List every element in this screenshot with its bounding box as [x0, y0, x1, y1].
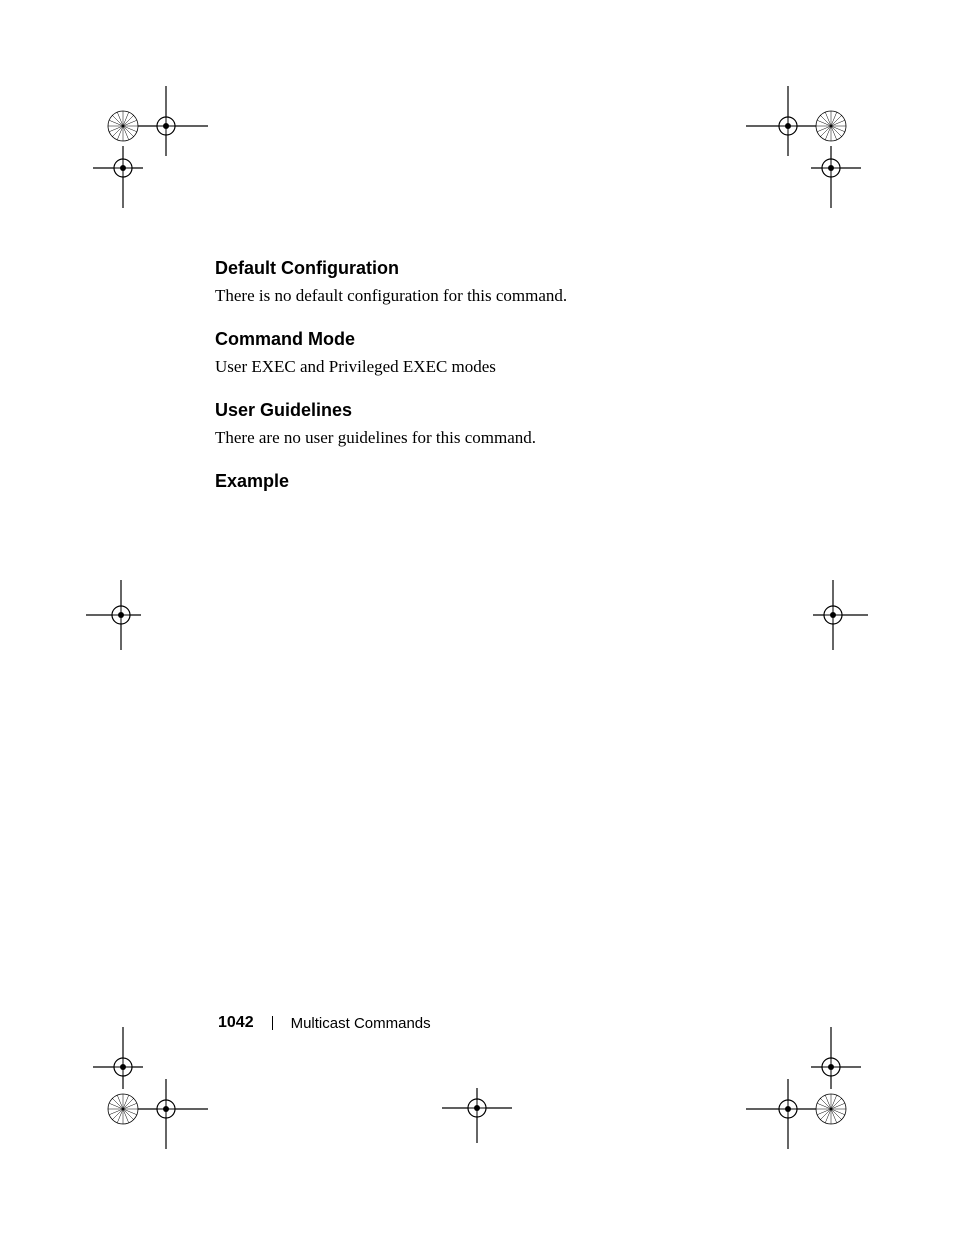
- heading-command-mode: Command Mode: [215, 329, 775, 350]
- crop-mark-top-right: [746, 86, 876, 216]
- section-user-guidelines: User Guidelines There are no user guidel…: [215, 400, 775, 449]
- body-default-configuration: There is no default configuration for th…: [215, 285, 775, 307]
- heading-user-guidelines: User Guidelines: [215, 400, 775, 421]
- page-number: 1042: [218, 1014, 254, 1032]
- page-content: Default Configuration There is no defaul…: [215, 258, 775, 514]
- body-command-mode: User EXEC and Privileged EXEC modes: [215, 356, 775, 378]
- heading-example: Example: [215, 471, 775, 492]
- crop-mark-mid-right: [798, 580, 868, 650]
- section-example: Example: [215, 471, 775, 492]
- footer-separator: [272, 1016, 273, 1030]
- crop-mark-top-left: [78, 86, 208, 216]
- section-default-configuration: Default Configuration There is no defaul…: [215, 258, 775, 307]
- body-user-guidelines: There are no user guidelines for this co…: [215, 427, 775, 449]
- heading-default-configuration: Default Configuration: [215, 258, 775, 279]
- section-command-mode: Command Mode User EXEC and Privileged EX…: [215, 329, 775, 378]
- crop-mark-mid-bottom: [442, 1073, 512, 1143]
- chapter-title: Multicast Commands: [291, 1015, 431, 1032]
- crop-mark-bottom-left: [78, 1019, 208, 1149]
- crop-mark-bottom-right: [746, 1019, 876, 1149]
- page-footer: 1042 Multicast Commands: [218, 1014, 431, 1032]
- crop-mark-mid-left: [86, 580, 156, 650]
